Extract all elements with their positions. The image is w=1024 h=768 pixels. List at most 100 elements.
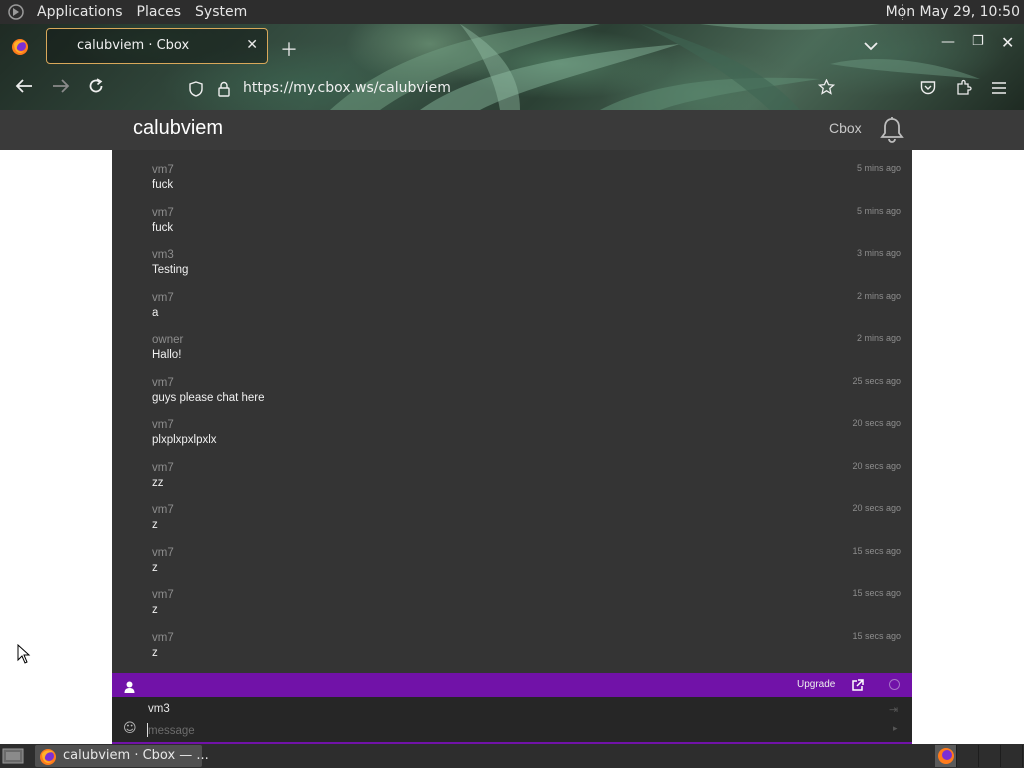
taskbar-window-label: calubviem · Cbox — ... [63,748,209,763]
message-time: 2 mins ago [856,290,901,301]
chat-message: vm7 z 15 secs ago [112,575,912,618]
firefox-icon [12,39,28,55]
message-time: 15 secs ago [852,545,901,556]
extensions-icon[interactable] [956,79,972,99]
chat-message: vm7 z 20 secs ago [112,490,912,533]
chat-message-list[interactable]: vm7 fuck 5 mins ago vm7 fuck 5 mins ago … [112,150,912,673]
message-author[interactable]: vm3 [152,249,174,261]
taskbar-firefox-window[interactable]: calubviem · Cbox — ... [35,745,209,767]
gnome-menu-icon[interactable] [6,2,26,22]
message-time: 5 mins ago [856,205,901,216]
message-text: plxplxpxlpxlx [152,434,217,446]
message-text: a [152,306,159,319]
browser-chrome: calubviem · Cbox ✕ ＋ — ❐ ✕ https://my.cb… [0,24,1024,110]
message-text: fuck [152,179,174,191]
minimize-icon[interactable]: — [941,34,955,50]
chat-message: vm7 zz 20 secs ago [112,448,912,491]
message-author[interactable]: vm7 [152,589,174,601]
new-tab-icon[interactable]: ＋ [280,36,298,62]
workspace-2[interactable] [957,745,979,767]
firefox-icon [937,748,954,764]
workspace-switcher[interactable] [935,745,1023,767]
tab-list-chevron-icon[interactable] [864,36,878,55]
hamburger-menu-icon[interactable] [991,80,1007,99]
message-author[interactable]: vm7 [152,462,174,474]
active-tab[interactable]: calubviem · Cbox ✕ [46,28,268,64]
top-panel: Applications Places System Mon May 29, 1… [0,0,1024,24]
cbox-toolbar: Upgrade [112,673,912,697]
message-time: 20 secs ago [852,418,901,428]
message-time: 5 mins ago [856,163,901,173]
message-author[interactable]: vm7 [152,292,174,304]
message-author[interactable]: vm7 [152,632,174,644]
chat-message: vm7 guys please chat here 25 secs ago [112,363,912,406]
system-menu[interactable]: System [188,0,254,24]
applications-menu[interactable]: Applications [30,0,130,24]
message-author[interactable]: vm7 [152,377,174,389]
taskbar: calubviem · Cbox — ... [0,744,1024,768]
message-text: zz [152,476,164,489]
login-icon[interactable]: ⇥ [889,703,898,716]
clock[interactable]: Mon May 29, 10:50 [886,0,1020,24]
message-input[interactable] [148,723,848,739]
message-time: 3 mins ago [856,248,901,258]
message-author[interactable]: vm7 [152,419,174,431]
site-title[interactable]: calubviem [133,117,223,140]
url-bar[interactable]: https://my.cbox.ws/calubviem [180,74,850,104]
shield-icon[interactable] [189,81,203,101]
message-text: z [152,646,158,659]
message-time: 20 secs ago [852,503,901,513]
message-author[interactable]: vm7 [152,547,174,559]
message-author[interactable]: owner [152,334,183,346]
message-time: 25 secs ago [852,375,901,386]
message-composer: vm3 ⇥ ☺ ▸ [112,697,912,744]
message-text: Testing [152,264,189,276]
message-text: z [152,519,158,531]
connection-status-icon [889,679,900,690]
message-text: z [152,604,158,616]
places-menu[interactable]: Places [130,0,189,24]
text-caret [147,723,148,737]
reload-icon[interactable] [88,78,104,99]
pocket-icon[interactable] [920,80,936,99]
message-author[interactable]: vm7 [152,504,174,516]
forward-arrow-icon[interactable] [52,78,70,99]
chat-message: owner Hallo! 2 mins ago [112,320,912,363]
message-text: z [152,561,158,574]
bell-icon[interactable] [879,116,905,148]
page-viewport: calubviem Cbox vm7 fuck 5 mins ago vm7 f… [0,110,1024,744]
emoji-icon[interactable]: ☺ [123,721,137,736]
firefox-icon [40,749,56,765]
tab-close-icon[interactable]: ✕ [246,37,258,53]
mouse-cursor-icon [17,644,31,664]
message-time: 15 secs ago [852,630,901,641]
site-header: calubviem Cbox [0,110,1024,150]
message-time: 20 secs ago [852,460,901,471]
workspace-1[interactable] [935,745,957,767]
upgrade-link[interactable]: Upgrade [797,679,835,690]
lock-icon[interactable] [218,81,230,101]
message-time: 2 mins ago [856,333,901,343]
show-desktop-icon[interactable] [2,748,24,768]
url-text[interactable]: https://my.cbox.ws/calubviem [243,80,451,96]
maximize-icon[interactable]: ❐ [972,34,984,49]
user-icon[interactable] [124,678,135,697]
chat-message: vm7 fuck 5 mins ago [112,150,912,193]
chat-message: vm3 Testing 3 mins ago [112,235,912,278]
window-close-icon[interactable]: ✕ [1001,33,1014,52]
name-field[interactable]: vm3 [148,703,170,715]
send-arrow-icon[interactable]: ▸ [893,724,898,734]
chat-message: vm7 z 15 secs ago [112,533,912,576]
workspace-3[interactable] [979,745,1001,767]
chat-message: vm7 fuck 5 mins ago [112,193,912,236]
chat-message: vm7 plxplxpxlpxlx 20 secs ago [112,405,912,448]
popout-icon[interactable] [851,677,864,696]
workspace-4[interactable] [1001,745,1023,767]
back-arrow-icon[interactable] [15,78,33,99]
message-author[interactable]: vm7 [152,164,174,176]
message-text: guys please chat here [152,391,265,404]
cbox-link[interactable]: Cbox [829,120,862,136]
message-author[interactable]: vm7 [152,207,174,219]
message-text: Hallo! [152,349,182,361]
bookmark-star-icon[interactable] [817,78,836,99]
